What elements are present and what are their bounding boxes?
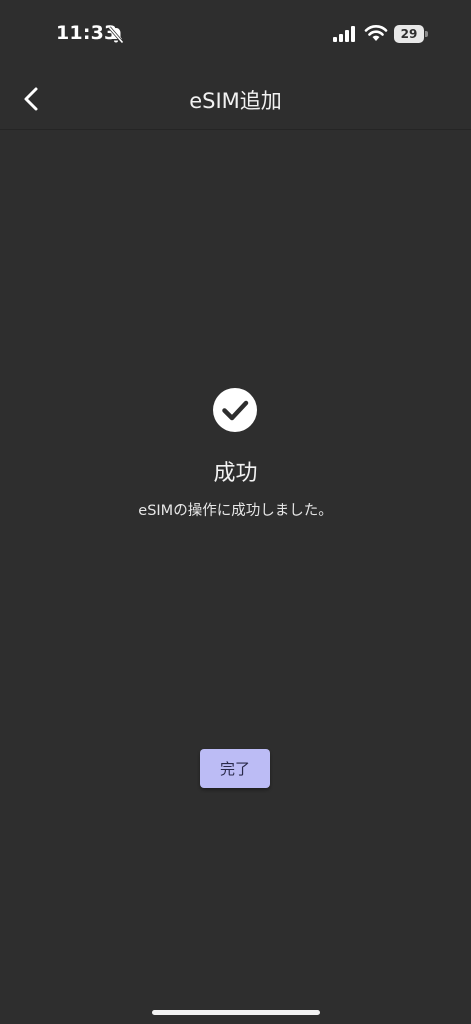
app-header: eSIM追加 [0,70,471,130]
page-title: eSIM追加 [189,89,282,113]
success-title: 成功 [213,461,258,486]
cellular-signal-icon [333,26,357,42]
bell-slash-icon [108,26,124,44]
battery-icon: 29 [394,25,430,43]
check-circle-icon [212,387,258,433]
home-indicator[interactable] [152,1010,320,1015]
done-button[interactable]: 完了 [200,749,270,788]
screen: 11:33 29 eSIM追加 成功 eSIMの操作に成功しました。 完了 [0,0,471,1024]
battery-level: 29 [394,25,424,43]
success-message: eSIMの操作に成功しました。 [138,503,333,519]
wifi-icon [364,24,388,42]
status-bar: 11:33 29 [0,0,471,70]
battery-tip [425,31,428,37]
